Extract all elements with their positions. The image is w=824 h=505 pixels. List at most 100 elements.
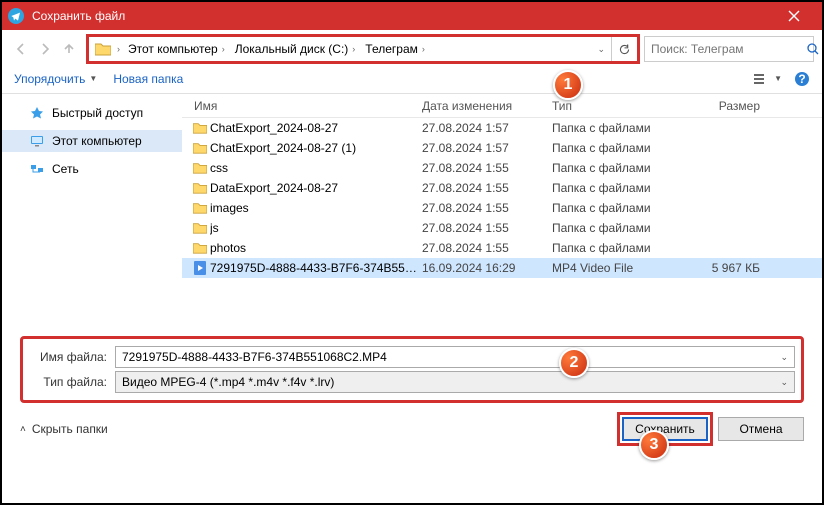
file-type: Папка с файлами: [552, 221, 692, 235]
file-date: 27.08.2024 1:55: [422, 241, 552, 255]
fields-group: Имя файла: ⌄ Тип файла: Видео MPEG-4 (*.…: [20, 336, 804, 403]
folder-icon: [93, 39, 113, 59]
chevron-up-icon: ˄: [20, 424, 26, 435]
table-row[interactable]: css27.08.2024 1:55Папка с файлами: [182, 158, 822, 178]
view-options-button[interactable]: ▼: [754, 73, 782, 85]
chevron-right-icon: ›: [422, 44, 425, 54]
star-icon: [30, 106, 44, 120]
search-input[interactable]: [651, 42, 806, 56]
search-icon[interactable]: [806, 42, 820, 56]
filetype-label: Тип файла:: [29, 375, 107, 389]
folder-icon: [190, 142, 210, 154]
toolbar: Упорядочить ▼ Новая папка ▼ ?: [2, 64, 822, 94]
crumb-2[interactable]: Телеграм›: [359, 37, 429, 61]
filetype-select[interactable]: Видео MPEG-4 (*.mp4 *.m4v *.f4v *.lrv) ⌄: [115, 371, 795, 393]
nav-up-button[interactable]: [58, 38, 80, 60]
folder-icon: [190, 122, 210, 134]
col-type[interactable]: Тип: [552, 99, 692, 113]
bottom-panel: Имя файла: ⌄ Тип файла: Видео MPEG-4 (*.…: [2, 324, 822, 407]
filetype-value: Видео MPEG-4 (*.mp4 *.m4v *.f4v *.lrv): [122, 375, 780, 389]
filename-label: Имя файла:: [29, 350, 107, 364]
chevron-down-icon: ▼: [89, 74, 97, 83]
folder-icon: [190, 242, 210, 254]
titlebar: Сохранить файл: [2, 2, 822, 30]
file-date: 27.08.2024 1:55: [422, 181, 552, 195]
chevron-down-icon[interactable]: ⌄: [780, 352, 788, 363]
table-row[interactable]: DataExport_2024-08-2727.08.2024 1:55Папк…: [182, 178, 822, 198]
file-size: 5 967 КБ: [692, 261, 772, 275]
file-name: ChatExport_2024-08-27: [210, 121, 422, 135]
folder-icon: [190, 222, 210, 234]
sidebar: Быстрый доступ Этот компьютер Сеть: [2, 94, 182, 324]
folder-icon: [190, 202, 210, 214]
window-title: Сохранить файл: [32, 9, 772, 23]
new-folder-button[interactable]: Новая папка: [113, 72, 183, 86]
file-list: Имя Дата изменения Тип Размер ChatExport…: [182, 94, 822, 324]
sidebar-item-thispc[interactable]: Этот компьютер: [2, 130, 182, 152]
file-name: DataExport_2024-08-27: [210, 181, 422, 195]
hide-folders-toggle[interactable]: ˄ Скрыть папки: [20, 422, 108, 436]
col-date[interactable]: Дата изменения: [422, 99, 552, 113]
crumb-0[interactable]: Этот компьютер›: [122, 37, 229, 61]
chevron-right-icon: ›: [117, 44, 120, 54]
file-name: css: [210, 161, 422, 175]
folder-icon: [190, 162, 210, 174]
col-size[interactable]: Размер: [692, 99, 772, 113]
sidebar-item-label: Сеть: [52, 162, 79, 176]
filename-input[interactable]: [122, 350, 780, 364]
sidebar-item-label: Этот компьютер: [52, 134, 142, 148]
sidebar-item-quickaccess[interactable]: Быстрый доступ: [2, 102, 182, 124]
organize-menu[interactable]: Упорядочить ▼: [14, 72, 97, 86]
file-date: 16.09.2024 16:29: [422, 261, 552, 275]
table-row[interactable]: js27.08.2024 1:55Папка с файлами: [182, 218, 822, 238]
table-row[interactable]: images27.08.2024 1:55Папка с файлами: [182, 198, 822, 218]
chevron-right-icon: ›: [352, 44, 355, 54]
search-box[interactable]: [644, 36, 814, 62]
file-type: Папка с файлами: [552, 241, 692, 255]
folder-icon: [190, 182, 210, 194]
file-type: Папка с файлами: [552, 161, 692, 175]
file-type: Папка с файлами: [552, 201, 692, 215]
table-row[interactable]: ChatExport_2024-08-27 (1)27.08.2024 1:57…: [182, 138, 822, 158]
table-row[interactable]: 7291975D-4888-4433-B7F6-374B551068C...16…: [182, 258, 822, 278]
file-type: MP4 Video File: [552, 261, 692, 275]
sidebar-item-label: Быстрый доступ: [52, 106, 143, 120]
table-row[interactable]: photos27.08.2024 1:55Папка с файлами: [182, 238, 822, 258]
table-row[interactable]: ChatExport_2024-08-2727.08.2024 1:57Папк…: [182, 118, 822, 138]
telegram-icon: [8, 8, 24, 24]
file-type: Папка с файлами: [552, 181, 692, 195]
file-date: 27.08.2024 1:57: [422, 141, 552, 155]
chevron-right-icon: ›: [222, 44, 225, 54]
nav-forward-button[interactable]: [34, 38, 56, 60]
save-button[interactable]: Сохранить: [622, 417, 708, 441]
file-type: Папка с файлами: [552, 121, 692, 135]
sidebar-item-network[interactable]: Сеть: [2, 158, 182, 180]
close-button[interactable]: [772, 2, 816, 30]
crumb-1[interactable]: Локальный диск (C:)›: [229, 37, 360, 61]
main-area: Быстрый доступ Этот компьютер Сеть Имя Д…: [2, 94, 822, 324]
file-date: 27.08.2024 1:55: [422, 201, 552, 215]
col-name[interactable]: Имя: [182, 99, 422, 113]
svg-text:?: ?: [798, 72, 805, 86]
video-file-icon: [190, 261, 210, 275]
chevron-down-icon[interactable]: ⌄: [780, 377, 788, 388]
file-date: 27.08.2024 1:57: [422, 121, 552, 135]
file-name: images: [210, 201, 422, 215]
cancel-button[interactable]: Отмена: [718, 417, 804, 441]
file-type: Папка с файлами: [552, 141, 692, 155]
navbar: › Этот компьютер› Локальный диск (C:)› Т…: [2, 30, 822, 64]
file-name: 7291975D-4888-4433-B7F6-374B551068C...: [210, 261, 422, 275]
file-date: 27.08.2024 1:55: [422, 161, 552, 175]
nav-back-button[interactable]: [10, 38, 32, 60]
help-button[interactable]: ?: [794, 71, 810, 87]
refresh-button[interactable]: [611, 37, 637, 61]
chevron-down-icon[interactable]: ⌄: [591, 44, 611, 55]
file-name: js: [210, 221, 422, 235]
network-icon: [30, 162, 44, 176]
column-headers[interactable]: Имя Дата изменения Тип Размер: [182, 94, 822, 118]
breadcrumb: Этот компьютер› Локальный диск (C:)› Тел…: [122, 37, 591, 61]
computer-icon: [30, 134, 44, 148]
file-date: 27.08.2024 1:55: [422, 221, 552, 235]
address-bar[interactable]: › Этот компьютер› Локальный диск (C:)› Т…: [88, 36, 638, 62]
filename-input-wrap[interactable]: ⌄: [115, 346, 795, 368]
